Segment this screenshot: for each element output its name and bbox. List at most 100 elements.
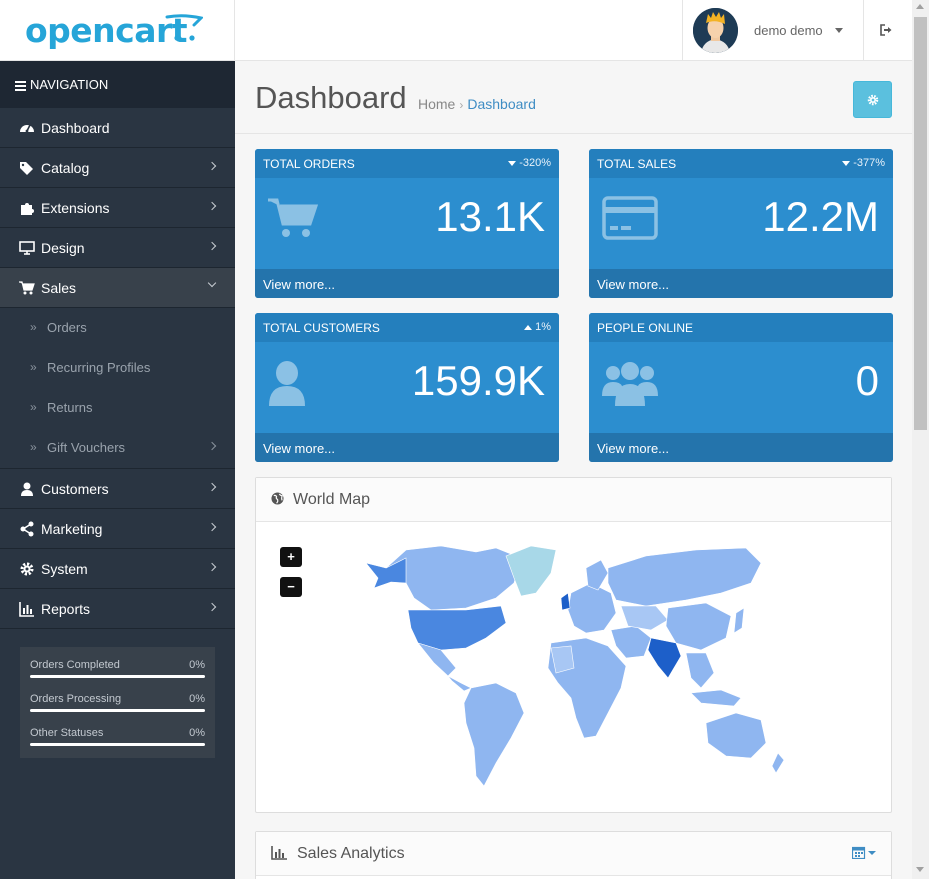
user-icon <box>269 361 305 406</box>
chevron-right-icon <box>207 161 217 171</box>
sidebar-item-label: Extensions <box>41 200 110 216</box>
stat-label: Other Statuses <box>30 727 104 739</box>
map-region-indonesia <box>690 689 742 707</box>
puzzle-icon <box>21 203 34 215</box>
shopping-cart-icon <box>19 281 35 295</box>
scroll-up-icon[interactable] <box>916 4 924 9</box>
tile-value: 0 <box>855 357 879 404</box>
user-icon <box>21 482 33 496</box>
tile-header: TOTAL CUSTOMERS 1% <box>255 313 559 342</box>
logo[interactable]: opencart <box>0 0 235 61</box>
user-menu[interactable]: demo demo <box>682 0 863 61</box>
sidebar-item-system[interactable]: System <box>0 549 235 589</box>
world-map-panel: World Map + − <box>255 477 892 813</box>
user-name: demo demo <box>754 23 823 38</box>
sidebar-item-customers[interactable]: Customers <box>0 469 235 509</box>
stat-orders-processing: Orders Processing 0% <box>30 681 205 715</box>
breadcrumb-dashboard[interactable]: Dashboard <box>467 96 536 112</box>
page-scrollbar[interactable] <box>912 0 929 879</box>
world-map[interactable] <box>346 538 796 798</box>
scroll-thumb[interactable] <box>914 17 927 430</box>
tile-change-value: -320% <box>519 157 551 169</box>
sidebar-item-reports[interactable]: Reports <box>0 589 235 629</box>
chevron-down-icon <box>207 278 217 288</box>
sidebar-subitem-orders[interactable]: » Orders <box>0 308 235 348</box>
tile-change: -320% <box>508 157 551 169</box>
sidebar-subitem-gift-vouchers[interactable]: » Gift Vouchers <box>0 428 235 468</box>
view-more-link[interactable]: View more... <box>589 269 893 298</box>
monitor-icon <box>19 241 35 255</box>
stat-other-statuses: Other Statuses 0% <box>30 715 205 749</box>
tile-body: 159.9K <box>255 342 559 433</box>
stat-label: Orders Processing <box>30 693 122 705</box>
breadcrumb-separator: › <box>459 98 464 112</box>
tile-header: PEOPLE ONLINE <box>589 313 893 342</box>
double-chevron-icon: » <box>30 320 37 334</box>
tile-change: 1% <box>524 321 551 333</box>
sidebar-item-label: Marketing <box>41 521 103 537</box>
chevron-right-icon <box>207 201 217 211</box>
map-region-australia <box>705 712 767 759</box>
stat-progress-bar <box>30 675 205 678</box>
sidebar-item-label: Reports <box>41 601 91 617</box>
breadcrumb: Home › Dashboard <box>418 96 536 112</box>
map-zoom-in-button[interactable]: + <box>280 547 302 567</box>
bar-chart-icon <box>271 846 287 860</box>
sidebar-subitem-label: Orders <box>47 320 87 335</box>
panel-title: Sales Analytics <box>297 845 405 862</box>
stat-value: 0% <box>189 727 205 739</box>
sidebar-item-label: Sales <box>41 280 77 296</box>
chevron-right-icon <box>207 241 217 251</box>
view-more-link[interactable]: View more... <box>589 433 893 462</box>
sidebar-item-dashboard[interactable]: Dashboard <box>0 108 235 148</box>
tile-value: 159.9K <box>411 357 545 404</box>
tile-value: 13.1K <box>435 193 545 240</box>
date-range-dropdown[interactable] <box>851 846 876 864</box>
breadcrumb-home[interactable]: Home <box>418 96 455 112</box>
menu-bars-icon <box>15 79 26 93</box>
sales-submenu: » Orders » Recurring Profiles » Returns … <box>0 308 235 469</box>
sidebar-subitem-label: Recurring Profiles <box>47 360 151 375</box>
logout-button[interactable] <box>863 0 912 61</box>
chevron-right-icon <box>207 562 217 572</box>
tile-title: TOTAL CUSTOMERS <box>263 321 380 335</box>
sidebar-item-catalog[interactable]: Catalog <box>0 148 235 188</box>
sidebar: NAVIGATION Dashboard Catalog Extensions … <box>0 61 235 879</box>
sidebar-subitem-recurring-profiles[interactable]: » Recurring Profiles <box>0 348 235 388</box>
scroll-down-icon[interactable] <box>916 867 924 872</box>
users-icon <box>602 362 658 406</box>
logo-text: opencart <box>25 11 188 50</box>
caret-down-icon <box>842 160 851 166</box>
stat-value: 0% <box>189 693 205 705</box>
view-more-link[interactable]: View more... <box>255 433 559 462</box>
double-chevron-icon: » <box>30 440 37 454</box>
sidebar-item-extensions[interactable]: Extensions <box>0 188 235 228</box>
map-region-alaska <box>365 557 407 589</box>
sidebar-item-design[interactable]: Design <box>0 228 235 268</box>
sidebar-item-sales[interactable]: Sales <box>0 268 235 308</box>
gear-icon <box>20 562 34 576</box>
tile-header: TOTAL SALES -377% <box>589 149 893 178</box>
sidebar-item-label: Design <box>41 240 85 256</box>
top-header: opencart demo demo <box>0 0 912 61</box>
tags-icon <box>20 162 33 175</box>
chevron-right-icon <box>207 441 217 451</box>
tile-title: TOTAL ORDERS <box>263 157 355 171</box>
tile-total-customers: TOTAL CUSTOMERS 1% 159.9K View more... <box>255 313 559 462</box>
tile-body: 13.1K <box>255 178 559 269</box>
stat-progress-bar <box>30 709 205 712</box>
sidebar-item-marketing[interactable]: Marketing <box>0 509 235 549</box>
map-region-uk <box>560 592 571 611</box>
sidebar-subitem-returns[interactable]: » Returns <box>0 388 235 428</box>
map-region-new-zealand <box>771 752 785 774</box>
calendar-icon <box>851 846 876 860</box>
map-zoom-out-button[interactable]: − <box>280 577 302 597</box>
map-region-japan <box>733 607 745 634</box>
tile-change-value: -377% <box>853 157 885 169</box>
view-more-link[interactable]: View more... <box>255 269 559 298</box>
settings-button[interactable] <box>853 81 892 118</box>
map-region-scandinavia <box>585 559 609 591</box>
map-region-south-america <box>463 682 525 787</box>
tile-body: 12.2M <box>589 178 893 269</box>
tile-body: 0 <box>589 342 893 433</box>
